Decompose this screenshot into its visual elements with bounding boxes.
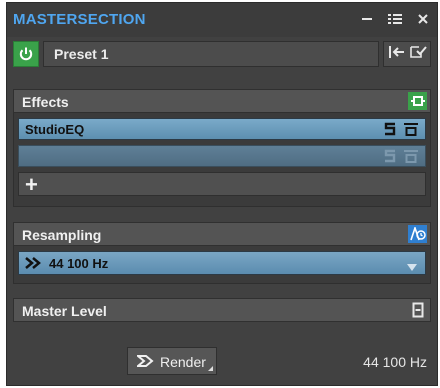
effect-slot-2[interactable] [18, 145, 426, 167]
render-label: Render [160, 354, 206, 370]
slot-icons [383, 121, 419, 142]
master-level-label: Master Level [22, 303, 107, 319]
preset-name: Preset 1 [54, 46, 109, 62]
chevron-right-icon [25, 256, 43, 275]
preset-selector[interactable]: Preset 1 [43, 41, 379, 67]
meter-icon[interactable] [408, 301, 427, 319]
sample-rate-status: 44 100 Hz [363, 354, 427, 370]
plus-icon: + [25, 172, 38, 197]
title-bar: MASTERSECTION [7, 3, 437, 37]
preset-actions [383, 41, 431, 67]
chevron-down-icon [407, 259, 417, 277]
solo-icon[interactable] [383, 148, 397, 169]
sample-rate-value: 44 100 Hz [49, 256, 109, 271]
dropdown-corner-icon [208, 366, 213, 371]
effects-header[interactable]: Effects [13, 89, 431, 113]
effects-slots: StudioEQ + [13, 113, 431, 207]
solo-icon[interactable] [383, 121, 397, 142]
add-effect-button[interactable]: + [18, 172, 426, 197]
bypass-slot-icon[interactable] [403, 121, 419, 142]
sample-rate-dropdown[interactable]: 44 100 Hz [18, 251, 426, 275]
save-preset-icon[interactable] [409, 45, 427, 64]
window-controls [359, 10, 431, 28]
render-button[interactable]: Render [127, 347, 217, 375]
power-icon [19, 47, 33, 61]
resampling-label: Resampling [22, 227, 102, 243]
power-button[interactable] [13, 41, 39, 67]
render-icon [135, 354, 155, 373]
insert-icon[interactable] [388, 45, 406, 64]
resampling-header[interactable]: Resampling [13, 222, 431, 246]
effect-slot-1[interactable]: StudioEQ [18, 118, 426, 140]
minimize-icon[interactable] [359, 10, 375, 28]
bypass-slot-icon[interactable] [403, 148, 419, 169]
menu-icon[interactable] [387, 10, 403, 28]
slot-icons [383, 148, 419, 169]
window-title: MASTERSECTION [13, 11, 146, 28]
resample-icon[interactable] [408, 225, 427, 243]
master-level-header[interactable]: Master Level [13, 298, 431, 322]
resampling-body: 44 100 Hz [13, 246, 431, 284]
effects-label: Effects [22, 94, 69, 110]
bypass-icon[interactable] [408, 92, 427, 110]
mastersection-panel: MASTERSECTION Preset 1 Effects StudioEQ … [6, 2, 438, 386]
effect-slot-label: StudioEQ [25, 122, 85, 137]
close-icon[interactable] [415, 10, 431, 28]
